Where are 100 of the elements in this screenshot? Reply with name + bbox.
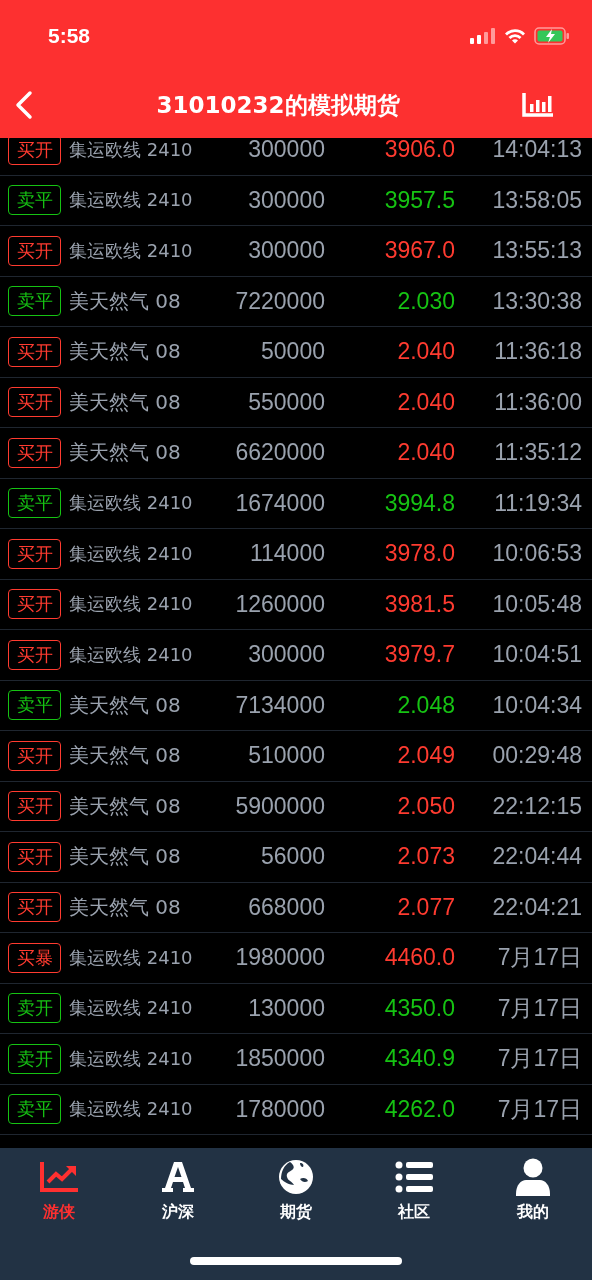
quantity: 130000	[247, 994, 325, 1022]
contract-name: 集运欧线 2410	[69, 642, 194, 667]
price: 4460.0	[383, 944, 455, 972]
trade-time: 10:05:48	[491, 590, 582, 618]
bar-chart-icon[interactable]	[522, 92, 554, 118]
trade-type-tag: 买开	[8, 740, 61, 771]
trade-type-tag: 买开	[8, 235, 61, 266]
quantity: 7220000	[234, 287, 325, 315]
price: 3967.0	[383, 237, 455, 265]
quantity: 1260000	[234, 590, 325, 618]
trade-time: 11:35:12	[493, 439, 582, 467]
contract-name: 美天然气 08	[69, 893, 182, 921]
trade-time: 11:19:34	[493, 489, 582, 517]
quantity: 550000	[247, 388, 325, 416]
trade-time: 22:04:44	[491, 843, 582, 871]
contract-name: 集运欧线 2410	[69, 541, 194, 566]
trade-type-tag: 卖开	[8, 1043, 61, 1074]
trade-time: 11:36:18	[493, 338, 582, 366]
contract-name: 集运欧线 2410	[69, 188, 194, 213]
trade-type-tag: 买暴	[8, 942, 61, 973]
quantity: 5900000	[234, 792, 325, 820]
trade-type-tag: 卖平	[8, 488, 61, 519]
trade-time: 7月17日	[496, 993, 582, 1023]
trade-type-tag: 卖平	[8, 185, 61, 216]
trade-type-tag: 卖平	[8, 690, 61, 721]
contract-name: 集运欧线 2410	[69, 138, 194, 162]
price: 4340.9	[383, 1045, 455, 1073]
trade-time: 7月17日	[496, 1044, 582, 1074]
contract-name: 集运欧线 2410	[69, 238, 194, 263]
trade-type-tag: 买开	[8, 791, 61, 822]
quantity: 1980000	[234, 944, 325, 972]
back-icon[interactable]	[14, 90, 34, 120]
contract-name: 集运欧线 2410	[69, 945, 194, 970]
quantity: 50000	[260, 338, 325, 366]
contract-name: 美天然气 08	[69, 843, 182, 871]
trade-time: 14:04:13	[491, 138, 582, 164]
price: 2.050	[396, 792, 455, 820]
trade-time: 13:55:13	[491, 237, 582, 265]
trade-time: 10:04:51	[491, 641, 582, 669]
price: 2.049	[396, 742, 455, 770]
trade-type-tag: 买开	[8, 892, 61, 923]
contract-name: 集运欧线 2410	[69, 1046, 194, 1071]
user-icon	[515, 1158, 550, 1196]
contract-name: 美天然气 08	[69, 287, 182, 315]
quantity: 1674000	[234, 489, 325, 517]
price: 3957.5	[383, 186, 455, 214]
quantity: 300000	[247, 138, 325, 164]
price: 2.073	[396, 843, 455, 871]
trade-time: 11:36:00	[493, 388, 582, 416]
quantity: 668000	[247, 893, 325, 921]
trade-type-tag: 买开	[8, 437, 61, 468]
tab-item[interactable]: 社区	[355, 1156, 474, 1228]
trade-type-tag: 买开	[8, 639, 61, 670]
trade-time: 22:04:21	[491, 893, 582, 921]
tab-item[interactable]: 沪深	[118, 1156, 237, 1228]
price: 3906.0	[383, 138, 455, 164]
trade-time: 13:58:05	[491, 186, 582, 214]
tab-item[interactable]: 游侠	[0, 1156, 119, 1228]
price: 2.040	[396, 338, 455, 366]
quantity: 56000	[260, 843, 325, 871]
quantity: 300000	[247, 641, 325, 669]
tab-item[interactable]: 我的	[473, 1156, 592, 1228]
globe-icon	[278, 1158, 314, 1196]
trade-type-tag: 买开	[8, 336, 61, 367]
price: 4262.0	[383, 1095, 455, 1123]
contract-name: 美天然气 08	[69, 792, 182, 820]
contract-name: 美天然气 08	[69, 439, 182, 467]
signal-icon	[470, 28, 496, 44]
trade-time: 13:30:38	[491, 287, 582, 315]
price: 2.040	[396, 388, 455, 416]
quantity: 7134000	[234, 691, 325, 719]
trade-time: 10:04:34	[491, 691, 582, 719]
quantity: 114000	[248, 540, 325, 568]
trade-type-tag: 买开	[8, 841, 61, 872]
trade-type-tag: 买开	[8, 589, 61, 620]
contract-name: 美天然气 08	[69, 388, 182, 416]
price: 2.077	[396, 893, 455, 921]
trade-time: 22:12:15	[491, 792, 582, 820]
price: 3994.8	[383, 489, 455, 517]
wifi-icon	[504, 28, 526, 44]
contract-name: 集运欧线 2410	[69, 491, 194, 516]
price: 2.040	[396, 439, 455, 467]
contract-name: 美天然气 08	[69, 691, 182, 719]
tab-item[interactable]: 期货	[236, 1156, 356, 1228]
price: 3981.5	[383, 590, 455, 618]
contract-name: 集运欧线 2410	[69, 996, 194, 1021]
contract-name: 集运欧线 2410	[69, 592, 194, 617]
price: 3978.0	[383, 540, 455, 568]
contract-name: 集运欧线 2410	[69, 1097, 194, 1122]
price: 2.048	[396, 691, 455, 719]
status-time: 5:58	[48, 24, 91, 48]
trade-time: 00:29:48	[491, 742, 582, 770]
trade-type-tag: 卖开	[8, 993, 61, 1024]
contract-name: 美天然气 08	[69, 742, 182, 770]
contract-name: 美天然气 08	[69, 338, 182, 366]
trade-time: 7月17日	[496, 1094, 582, 1124]
trade-time: 10:06:53	[491, 540, 582, 568]
quantity: 1850000	[234, 1045, 325, 1073]
quantity: 1780000	[234, 1095, 325, 1123]
price: 2.030	[396, 287, 455, 315]
